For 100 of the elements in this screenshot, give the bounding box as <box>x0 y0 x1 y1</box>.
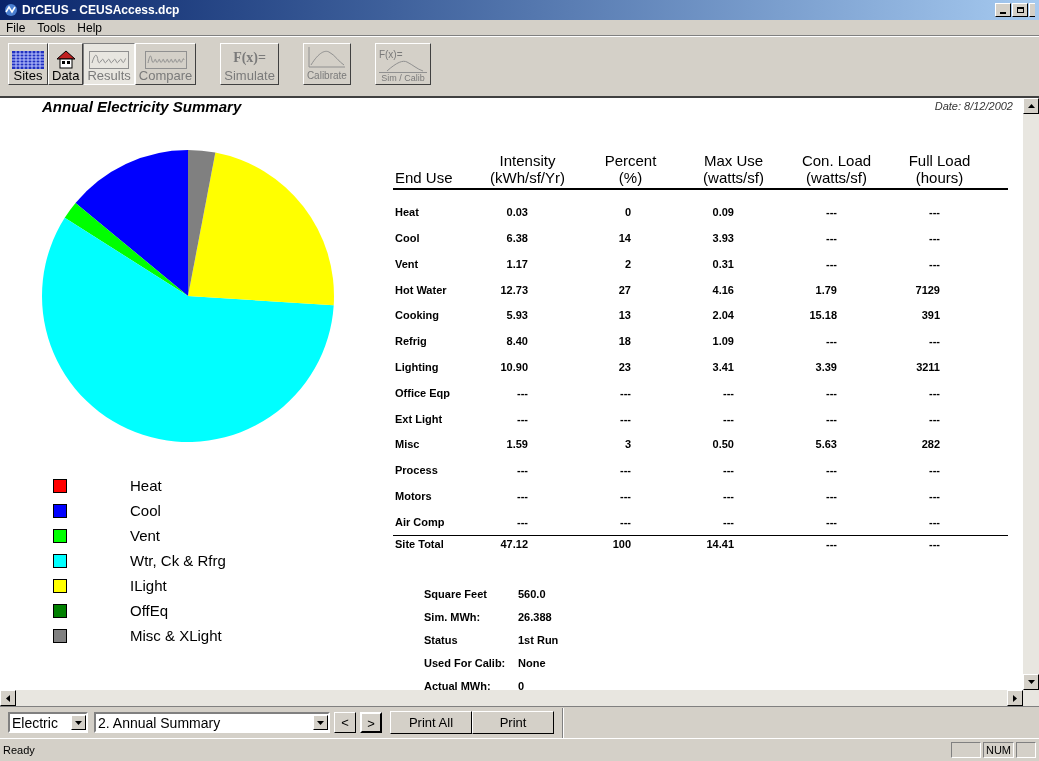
table-cell-text: --- <box>620 463 631 479</box>
table-cell-text: 4.16 <box>712 282 734 298</box>
horizontal-scrollbar[interactable] <box>0 690 1039 706</box>
table-cell-text: --- <box>929 334 940 350</box>
table-cell-text: Lighting <box>395 359 439 375</box>
column-header: Percent (%) <box>604 151 657 186</box>
nav-button[interactable]: < <box>334 712 356 733</box>
table-cell-text: 5.93 <box>506 308 528 324</box>
table-cell-text: Vent <box>395 256 419 272</box>
menu-item[interactable]: Tools <box>37 18 66 37</box>
report-title: Annual Electricity Summary <box>41 98 243 116</box>
scroll-up-button[interactable] <box>1023 98 1039 114</box>
legend-label: Misc & XLight <box>130 625 222 646</box>
table-cell-text: 10.90 <box>500 359 528 375</box>
column-header: End Use <box>395 168 453 186</box>
table-cell-text: 1.59 <box>506 437 528 453</box>
table-cell-text: 15.18 <box>809 308 837 324</box>
info-value: 26.388 <box>518 609 552 625</box>
table-cell-text: --- <box>826 205 837 221</box>
scroll-down-button[interactable] <box>1023 674 1039 690</box>
table-cell-text: 3 <box>624 437 631 453</box>
dropdown-arrow-icon <box>317 720 324 725</box>
table-cell-text: --- <box>517 411 528 427</box>
close-button[interactable] <box>1029 3 1035 17</box>
info-label: Status <box>424 632 458 648</box>
dropdown[interactable]: 2. Annual Summary <box>94 712 330 733</box>
table-cell-text: 1.09 <box>712 334 734 350</box>
status-panel <box>1016 742 1036 758</box>
table-cell-text: 6.38 <box>506 230 528 246</box>
house-icon <box>55 50 76 69</box>
table-cell-text: 7129 <box>915 282 940 298</box>
info-value: 560.0 <box>518 586 546 602</box>
table-cell-text: --- <box>929 514 940 530</box>
table-cell-text: --- <box>826 411 837 427</box>
nav-button[interactable]: > <box>360 712 382 733</box>
table-cell-text: 27 <box>618 282 631 298</box>
table-cell-text: Ext Light <box>395 411 443 427</box>
table-cell-text: 3211 <box>916 359 940 375</box>
menu-item[interactable]: Help <box>77 18 103 37</box>
table-cell-text: --- <box>517 463 528 479</box>
table-cell-text: Cool <box>395 230 420 246</box>
table-cell-text: Site Total <box>395 536 444 552</box>
table-cell-text: Hot Water <box>395 282 447 298</box>
menu-item[interactable]: File <box>6 18 26 37</box>
table-cell-text: --- <box>620 411 631 427</box>
right-arrow-icon <box>1013 694 1017 702</box>
window-title: DrCEUS - CEUSAccess.dcp <box>22 2 180 19</box>
table-cell-text: Heat <box>395 205 419 221</box>
table-cell-text: --- <box>826 463 837 479</box>
table-cell-text: --- <box>723 463 734 479</box>
down-arrow-icon <box>1027 680 1035 684</box>
toolbar-button[interactable]: Sites <box>8 43 48 85</box>
legend-label: Cool <box>130 500 161 521</box>
table-cell-text: --- <box>517 385 528 401</box>
table-cell-text: --- <box>826 334 837 350</box>
table-cell-text: 100 <box>612 536 631 552</box>
legend-label: Vent <box>130 525 161 546</box>
table-cell-text: --- <box>723 385 734 401</box>
print-button[interactable]: Print All <box>390 711 472 734</box>
column-header: Full Load (hours) <box>908 151 971 186</box>
table-cell-text: 391 <box>921 308 940 324</box>
table-cell-text: 3.39 <box>815 359 837 375</box>
dropdown[interactable]: Electric <box>8 712 88 733</box>
table-cell-text: --- <box>517 488 528 504</box>
table-cell-text: Misc <box>395 437 420 453</box>
info-label: Square Feet <box>424 586 487 602</box>
table-cell-text: --- <box>929 411 940 427</box>
status-panel <box>950 742 981 758</box>
table-cell-text: --- <box>620 514 631 530</box>
scroll-right-button[interactable] <box>1007 690 1023 706</box>
table-cell-text: --- <box>826 488 837 504</box>
restore-button[interactable] <box>1012 3 1028 17</box>
table-cell-text: --- <box>929 256 940 272</box>
table-cell-text: Refrig <box>395 334 427 350</box>
table-cell-text: --- <box>826 256 837 272</box>
toolbar-button[interactable]: Data <box>48 43 84 85</box>
table-cell-text: --- <box>826 230 837 246</box>
legend-label: Wtr, Ck & Rfrg <box>130 550 226 571</box>
table-cell-text: --- <box>826 536 837 552</box>
table-cell-text: 2.04 <box>712 308 734 324</box>
table-cell-text: Cooking <box>395 308 439 324</box>
column-header: Max Use (watts/sf) <box>703 151 764 186</box>
table-cell-text: 0 <box>624 205 631 221</box>
table-cell-text: 14 <box>618 230 631 246</box>
vertical-scrollbar[interactable] <box>1023 98 1039 690</box>
table-cell-text: 47.12 <box>500 536 528 552</box>
table-cell-text: 0.50 <box>712 437 734 453</box>
table-cell-text: 1.17 <box>506 256 528 272</box>
table-cell-text: Air Comp <box>395 514 445 530</box>
legend-label: ILight <box>130 575 167 596</box>
table-cell-text: 5.63 <box>815 437 837 453</box>
print-button[interactable]: Print <box>472 711 554 734</box>
status-text: Ready <box>3 742 35 758</box>
table-cell-text: --- <box>723 514 734 530</box>
formula-text: F(x)= <box>233 49 266 67</box>
table-cell-text: 3.41 <box>712 359 734 375</box>
table-cell-text: --- <box>929 488 940 504</box>
wave-chart-icon <box>89 51 130 69</box>
minimize-button[interactable] <box>995 3 1011 17</box>
scroll-left-button[interactable] <box>0 690 16 706</box>
